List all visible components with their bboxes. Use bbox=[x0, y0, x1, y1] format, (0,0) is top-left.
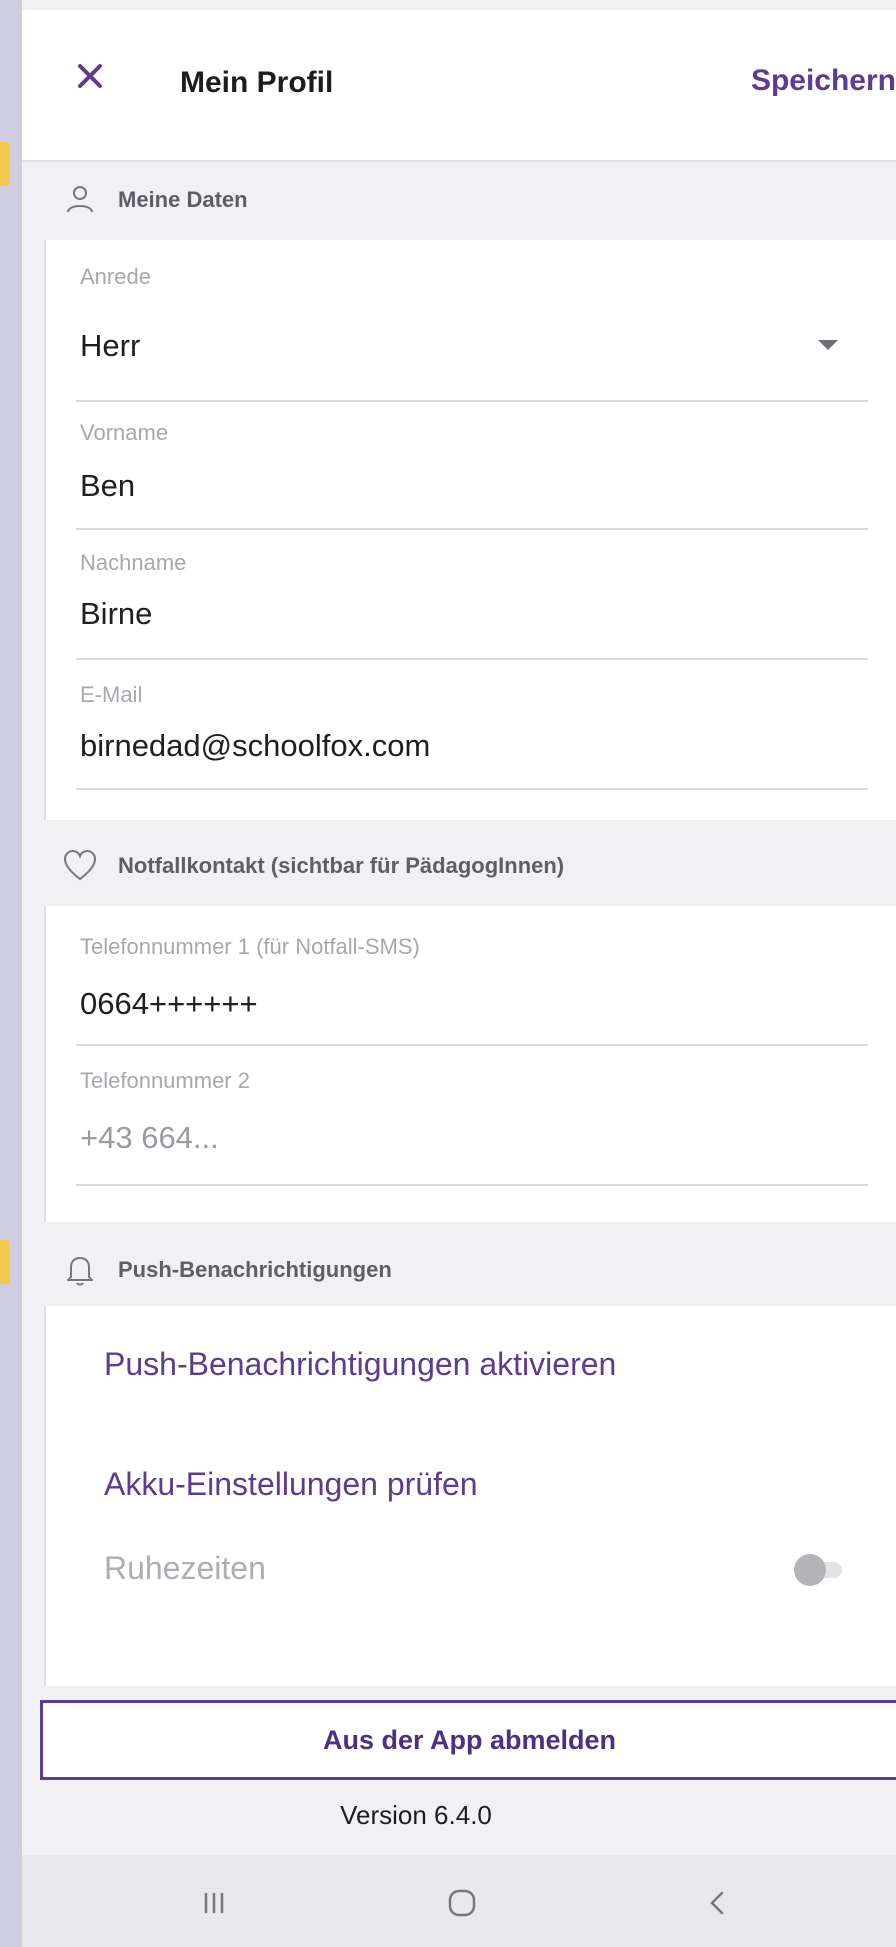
field-value: Herr bbox=[80, 328, 141, 363]
salutation-select[interactable]: Anrede Herr bbox=[76, 240, 868, 402]
recent-apps-icon bbox=[204, 1893, 224, 1913]
field-label: Vorname bbox=[80, 420, 169, 445]
battery-settings-link[interactable]: Akku-Einstellungen prüfen bbox=[104, 1466, 478, 1503]
person-icon bbox=[67, 186, 93, 213]
bell-icon bbox=[67, 1257, 93, 1286]
app-bar: Mein Profil Speichern bbox=[22, 10, 896, 162]
quiet-hours-toggle[interactable] bbox=[794, 1554, 842, 1586]
field-label: Telefonnummer 1 (für Notfall-SMS) bbox=[80, 934, 420, 959]
field-value: birnedad@schoolfox.com bbox=[80, 728, 431, 763]
personal-data-card: Anrede Herr Vorname Ben Nachname Birne E… bbox=[44, 240, 896, 820]
field-label: Telefonnummer 2 bbox=[80, 1068, 250, 1093]
dropdown-arrow-icon bbox=[818, 340, 838, 350]
profile-screen: Mein Profil Speichern Meine Daten Anrede… bbox=[22, 0, 896, 1947]
email-field[interactable]: E-Mail birnedad@schoolfox.com bbox=[76, 658, 868, 790]
section-header-personal: Meine Daten bbox=[22, 160, 896, 240]
edge-marker-top bbox=[0, 142, 10, 186]
field-label: Nachname bbox=[80, 550, 187, 575]
toggle-knob bbox=[794, 1554, 826, 1586]
phone2-field[interactable]: Telefonnummer 2 +43 664... bbox=[76, 1044, 868, 1186]
phone1-field[interactable]: Telefonnummer 1 (für Notfall-SMS) 0664++… bbox=[76, 906, 868, 1046]
emergency-contact-card: Telefonnummer 1 (für Notfall-SMS) 0664++… bbox=[44, 906, 896, 1222]
field-value: 0664++++++ bbox=[80, 986, 258, 1021]
edge-marker-bottom bbox=[0, 1240, 10, 1284]
back-button[interactable] bbox=[694, 1879, 742, 1927]
version-text: Version 6.4.0 bbox=[340, 1800, 492, 1830]
save-button[interactable]: Speichern bbox=[751, 64, 896, 98]
field-label: E-Mail bbox=[80, 682, 143, 707]
logout-button[interactable]: Aus der App abmelden bbox=[40, 1700, 896, 1780]
recent-apps-button[interactable] bbox=[190, 1879, 238, 1927]
first-name-field[interactable]: Vorname Ben bbox=[76, 400, 868, 530]
field-value: Ben bbox=[80, 468, 136, 503]
section-title: Notfallkontakt (sichtbar für PädagogInne… bbox=[118, 853, 565, 878]
close-button[interactable] bbox=[66, 52, 114, 100]
page-title: Mein Profil bbox=[180, 66, 334, 99]
quiet-hours-label: Ruhezeiten bbox=[104, 1550, 266, 1586]
field-placeholder: +43 664... bbox=[80, 1120, 219, 1155]
heart-icon bbox=[63, 849, 97, 881]
field-value: Birne bbox=[80, 596, 153, 631]
field-label: Anrede bbox=[80, 264, 151, 289]
close-icon bbox=[78, 64, 102, 88]
home-button[interactable] bbox=[438, 1879, 486, 1927]
section-header-emergency: Notfallkontakt (sichtbar für PädagogInne… bbox=[22, 826, 896, 906]
system-navigation-bar bbox=[22, 1855, 896, 1947]
push-settings-card: Push-Benachrichtigungen aktivieren Akku-… bbox=[44, 1306, 896, 1686]
home-icon bbox=[448, 1889, 476, 1917]
section-header-push: Push-Benachrichtigungen bbox=[22, 1230, 896, 1310]
last-name-field[interactable]: Nachname Birne bbox=[76, 528, 868, 660]
section-title: Push-Benachrichtigungen bbox=[118, 1257, 392, 1282]
back-icon bbox=[710, 1891, 724, 1915]
section-title: Meine Daten bbox=[118, 187, 248, 212]
enable-push-link[interactable]: Push-Benachrichtigungen aktivieren bbox=[104, 1346, 616, 1383]
